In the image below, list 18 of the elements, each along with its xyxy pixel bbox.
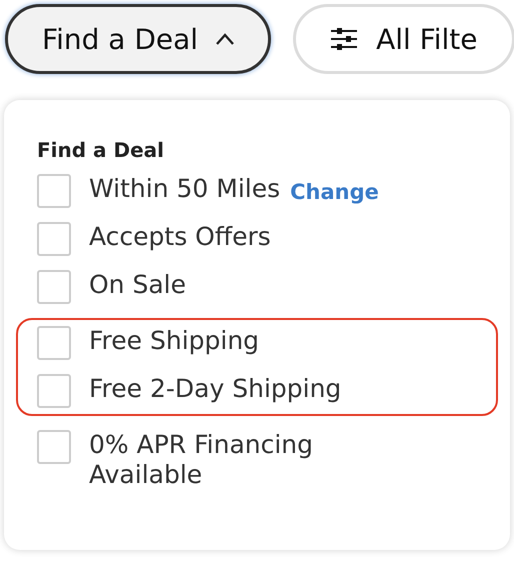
filter-button[interactable]: Find a Deal (5, 4, 272, 74)
option-label[interactable]: Free Shipping (89, 326, 260, 356)
option-label[interactable]: Accepts Offers (89, 222, 271, 252)
option-label[interactable]: 0% APR Financing Available (89, 430, 429, 490)
option-label[interactable]: Within 50 Miles (89, 174, 280, 204)
sliders-icon (330, 28, 358, 50)
dropdown-title: Find a Deal (37, 138, 166, 162)
option-label[interactable]: On Sale (89, 270, 186, 300)
change-link[interactable]: Change (290, 174, 379, 207)
option-label[interactable]: Free 2-Day Shipping (89, 374, 342, 404)
caret-icon (216, 33, 234, 45)
checkbox[interactable] (37, 174, 71, 208)
checkbox[interactable] (37, 430, 71, 464)
checkbox[interactable] (37, 374, 71, 408)
checkbox[interactable] (37, 222, 71, 256)
checkbox[interactable] (37, 326, 71, 360)
filter-button[interactable]: All Filte (293, 4, 514, 74)
checkbox[interactable] (37, 270, 71, 304)
